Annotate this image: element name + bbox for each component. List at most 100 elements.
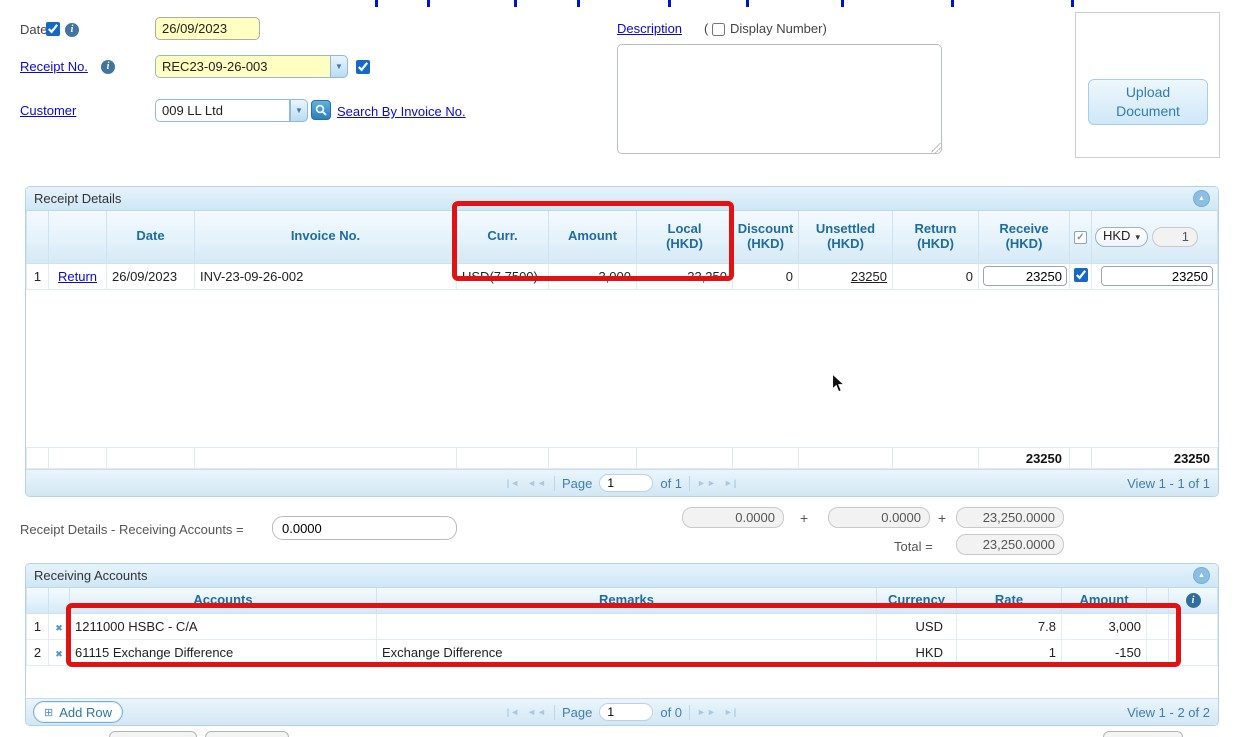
pager-page-input[interactable] (599, 474, 653, 492)
description-link[interactable]: Description (617, 21, 682, 36)
receipt-details-panel: Receipt Details ▲ Date Invoice No. Curr.… (25, 186, 1219, 497)
date-checkbox[interactable] (46, 22, 60, 36)
collapse-panel-icon[interactable]: ▲ (1193, 190, 1210, 207)
receipt-details-pager: |◄ ◄◄ Page of 1 ►► ►| View 1 - 1 of 1 (26, 469, 1218, 496)
receipt-no-info-icon[interactable]: i (101, 60, 115, 74)
customer-link[interactable]: Customer (20, 103, 76, 118)
currency-select[interactable]: HKD ▾ (1095, 227, 1148, 247)
collapse-panel-icon[interactable]: ▲ (1193, 567, 1210, 584)
grid-header-row: Accounts Remarks Currency Rate Amount i (27, 588, 1218, 613)
date-label: Date (20, 22, 47, 37)
pager-next-icon[interactable]: ►► (697, 707, 717, 717)
cell-curr: USD(7.7500) (457, 263, 549, 289)
search-icon (315, 104, 327, 116)
textarea-resize-handle[interactable] (931, 143, 941, 153)
cutoff-button[interactable] (205, 731, 289, 737)
col-accounts[interactable]: Accounts (70, 588, 377, 613)
col-rate[interactable]: Rate (957, 588, 1062, 613)
upload-document-button[interactable]: Upload Document (1088, 79, 1208, 125)
cell-info (1169, 613, 1218, 639)
col-blank (1147, 588, 1169, 613)
pager-last-icon[interactable]: ►| (724, 707, 737, 717)
col-discount-hkd[interactable]: Discount (HKD) (733, 211, 799, 263)
pager-page-label: Page (562, 476, 592, 491)
pager-first-icon[interactable]: |◄ (507, 707, 520, 717)
cell-date: 26/09/2023 (107, 263, 195, 289)
col-info: i (1169, 588, 1218, 613)
col-action (49, 211, 107, 263)
pager-prev-icon[interactable]: ◄◄ (527, 707, 547, 717)
receipt-no-input[interactable] (155, 55, 330, 78)
col-curr[interactable]: Curr. (457, 211, 549, 263)
pager-next-icon[interactable]: ►► (697, 478, 717, 488)
customer-dropdown-button[interactable]: ▼ (290, 99, 308, 122)
pager-prev-icon[interactable]: ◄◄ (527, 478, 547, 488)
cell-amount[interactable]: -150 (1062, 639, 1147, 665)
receive-currency-input[interactable] (1101, 266, 1213, 286)
cell-remarks[interactable]: Exchange Difference (377, 639, 877, 665)
unsettled-link[interactable]: 23250 (851, 269, 887, 284)
cell-amount[interactable]: 3,000 (1062, 613, 1147, 639)
col-receive-currency: HKD ▾ (1092, 211, 1218, 263)
cell-info (1169, 639, 1218, 665)
row-select-checkbox[interactable] (1074, 268, 1088, 282)
col-select: ✓ (1070, 211, 1092, 263)
cutoff-button[interactable] (1103, 731, 1183, 737)
pager-page-input[interactable] (599, 703, 653, 721)
total-receive-currency: 23250 (1092, 448, 1218, 469)
cell-account[interactable]: 61115 Exchange Difference (70, 639, 377, 665)
cutoff-button[interactable] (109, 731, 197, 737)
select-all-checkbox[interactable]: ✓ (1074, 231, 1087, 244)
receipt-no-checkbox[interactable] (356, 60, 370, 74)
col-date[interactable]: Date (107, 211, 195, 263)
cell-currency[interactable]: HKD (877, 639, 957, 665)
col-remarks[interactable]: Remarks (377, 588, 877, 613)
grid-header-row: Date Invoice No. Curr. Amount Local (HKD… (27, 211, 1218, 263)
top-edge-tick (746, 0, 749, 7)
total-receive: 23250 (979, 448, 1070, 469)
col-invoice-no[interactable]: Invoice No. (195, 211, 457, 263)
date-info-icon[interactable]: i (65, 23, 79, 37)
delete-row-icon[interactable]: ✖ (55, 623, 63, 633)
info-icon[interactable]: i (1186, 593, 1201, 608)
receipt-no-link[interactable]: Receipt No. (20, 59, 88, 74)
pager-last-icon[interactable]: ►| (724, 478, 737, 488)
pager-separator (554, 705, 555, 720)
cell-rate[interactable]: 1 (957, 639, 1062, 665)
plus-sign: + (938, 510, 946, 526)
col-currency[interactable]: Currency (877, 588, 957, 613)
chevron-down-icon: ▾ (1135, 232, 1140, 242)
search-by-invoice-link[interactable]: Search By Invoice No. (337, 104, 466, 119)
pager-first-icon[interactable]: |◄ (507, 478, 520, 488)
receive-input[interactable] (983, 266, 1067, 286)
search-icon-button[interactable] (311, 100, 331, 120)
col-return-hkd[interactable]: Return (HKD) (893, 211, 979, 263)
col-local-hkd[interactable]: Local (HKD) (637, 211, 733, 263)
date-input[interactable] (155, 17, 260, 40)
col-rownum (27, 588, 49, 613)
mouse-cursor (831, 373, 846, 394)
receipt-no-dropdown-button[interactable]: ▼ (330, 55, 348, 78)
col-unsettled-hkd[interactable]: Unsettled (HKD) (799, 211, 893, 263)
difference-label: Receipt Details - Receiving Accounts = (20, 522, 244, 537)
col-amount[interactable]: Amount (1062, 588, 1147, 613)
display-number-checkbox[interactable] (712, 23, 725, 36)
pager-separator (554, 476, 555, 491)
row-number: 1 (27, 263, 49, 289)
cell-return: 0 (893, 263, 979, 289)
cell-account[interactable]: 1211000 HSBC - C/A (70, 613, 377, 639)
customer-input[interactable] (155, 99, 290, 122)
cell-rate[interactable]: 7.8 (957, 613, 1062, 639)
cell-currency[interactable]: USD (877, 613, 957, 639)
chevron-down-icon: ▼ (295, 106, 303, 115)
description-textarea[interactable] (617, 44, 942, 154)
col-receive-hkd[interactable]: Receive (HKD) (979, 211, 1070, 263)
totals-spacer-cell (27, 448, 49, 469)
pager-separator (689, 705, 690, 720)
display-number-label: Display Number) (730, 21, 827, 36)
cell-remarks[interactable] (377, 613, 877, 639)
col-amount[interactable]: Amount (549, 211, 637, 263)
return-link[interactable]: Return (58, 269, 97, 284)
difference-input[interactable] (272, 516, 457, 540)
delete-row-icon[interactable]: ✖ (55, 649, 63, 659)
